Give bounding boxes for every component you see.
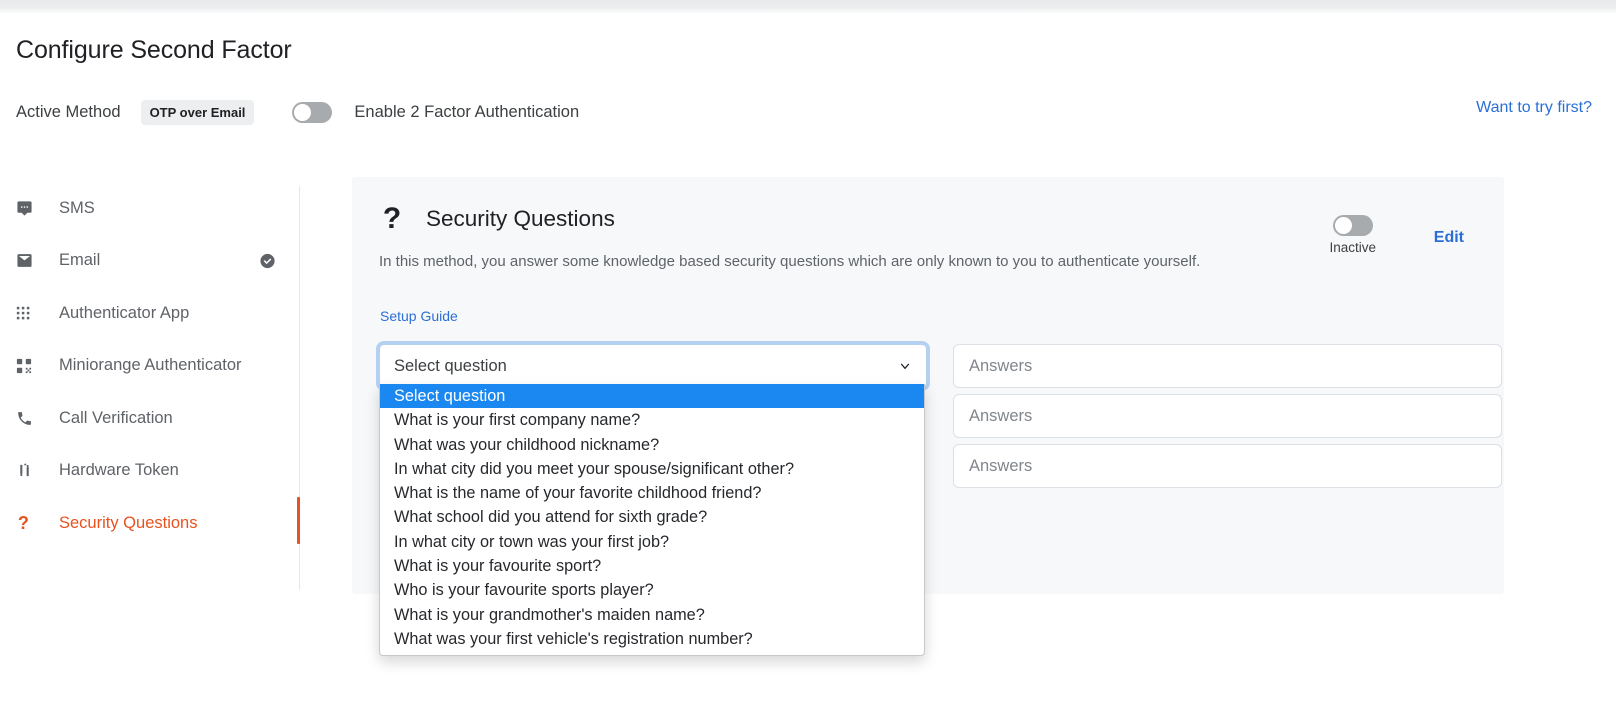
card-title: Security Questions (426, 206, 615, 232)
chevron-down-icon (898, 359, 912, 373)
browser-top-strip (0, 0, 1616, 13)
dropdown-option[interactable]: What school did you attend for sixth gra… (380, 505, 924, 529)
answer-input-3[interactable]: Answers (953, 444, 1502, 488)
want-to-try-first-link[interactable]: Want to try first? (1476, 99, 1592, 117)
dropdown-option[interactable]: What is your first company name? (380, 408, 924, 432)
email-icon (16, 252, 42, 269)
answer-input-1[interactable]: Answers (953, 344, 1502, 388)
page-title: Configure Second Factor (16, 36, 292, 65)
question-select-wrapper: Select question (379, 344, 927, 388)
sidebar-item-label: Email (59, 251, 100, 270)
sidebar-item-miniorange-authenticator[interactable]: Miniorange Authenticator (16, 340, 292, 393)
card-header: ? Security Questions (379, 204, 615, 234)
sidebar-item-call-verification[interactable]: Call Verification (16, 392, 292, 445)
qr-code-icon (16, 358, 42, 374)
sms-icon (16, 200, 42, 217)
sidebar-item-label: Security Questions (59, 514, 197, 533)
active-method-indicator (297, 497, 300, 544)
svg-text:?: ? (18, 514, 29, 533)
question-mark-icon: ? (379, 204, 405, 234)
method-list: SMS Email Authenticator App Miniorange A… (16, 182, 292, 550)
sidebar-item-sms[interactable]: SMS (16, 182, 292, 235)
sidebar-item-label: Authenticator App (59, 304, 189, 323)
dropdown-option[interactable]: What is your favourite sport? (380, 554, 924, 578)
card-description: In this method, you answer some knowledg… (379, 253, 1200, 270)
active-method-badge: OTP over Email (141, 100, 255, 125)
dropdown-option[interactable]: Who is your favourite sports player? (380, 578, 924, 602)
question-select[interactable]: Select question (379, 344, 927, 388)
active-method-label: Active Method (16, 103, 121, 122)
dropdown-option[interactable]: In what city or town was your first job? (380, 530, 924, 554)
question-dropdown-list[interactable]: Select questionWhat is your first compan… (379, 384, 925, 656)
enable-2fa-label: Enable 2 Factor Authentication (354, 103, 579, 122)
enable-2fa-toggle[interactable] (292, 102, 332, 123)
sidebar-item-label: SMS (59, 199, 95, 218)
toggle-knob (1335, 217, 1352, 234)
check-circle-icon (259, 252, 276, 269)
page-root: Configure Second Factor Active Method OT… (0, 0, 1616, 722)
setup-guide-link[interactable]: Setup Guide (380, 308, 458, 324)
dropdown-option[interactable]: What was your childhood nickname? (380, 433, 924, 457)
toggle-knob (294, 104, 311, 121)
phone-icon (16, 410, 42, 427)
answers-group: Answers Answers Answers (953, 344, 1502, 494)
hardware-token-icon (16, 462, 42, 479)
edit-button[interactable]: Edit (1434, 229, 1464, 247)
dropdown-option[interactable]: Select question (380, 384, 924, 408)
sidebar-item-label: Hardware Token (59, 461, 179, 480)
dropdown-option[interactable]: What was your first vehicle's registrati… (380, 627, 924, 651)
sidebar-item-email[interactable]: Email (16, 235, 292, 288)
sidebar-item-security-questions[interactable]: ? Security Questions (16, 497, 292, 550)
grid-dots-icon (16, 306, 42, 321)
card-status-group: Inactive (1329, 215, 1376, 255)
answer-input-2[interactable]: Answers (953, 394, 1502, 438)
active-method-row: Active Method OTP over Email Enable 2 Fa… (16, 96, 579, 128)
dropdown-option[interactable]: What is the name of your favorite childh… (380, 481, 924, 505)
question-mark-icon: ? (16, 514, 42, 533)
dropdown-option[interactable]: What is your grandmother's maiden name? (380, 603, 924, 627)
sidebar-item-authenticator-app[interactable]: Authenticator App (16, 287, 292, 340)
sidebar-item-hardware-token[interactable]: Hardware Token (16, 445, 292, 498)
sidebar-item-label: Call Verification (59, 409, 173, 428)
sidebar-item-label: Miniorange Authenticator (59, 356, 242, 375)
dropdown-option[interactable]: In what city did you meet your spouse/si… (380, 457, 924, 481)
question-select-value: Select question (394, 357, 898, 376)
status-badge: Inactive (1329, 240, 1376, 255)
method-status-toggle[interactable] (1333, 215, 1373, 236)
